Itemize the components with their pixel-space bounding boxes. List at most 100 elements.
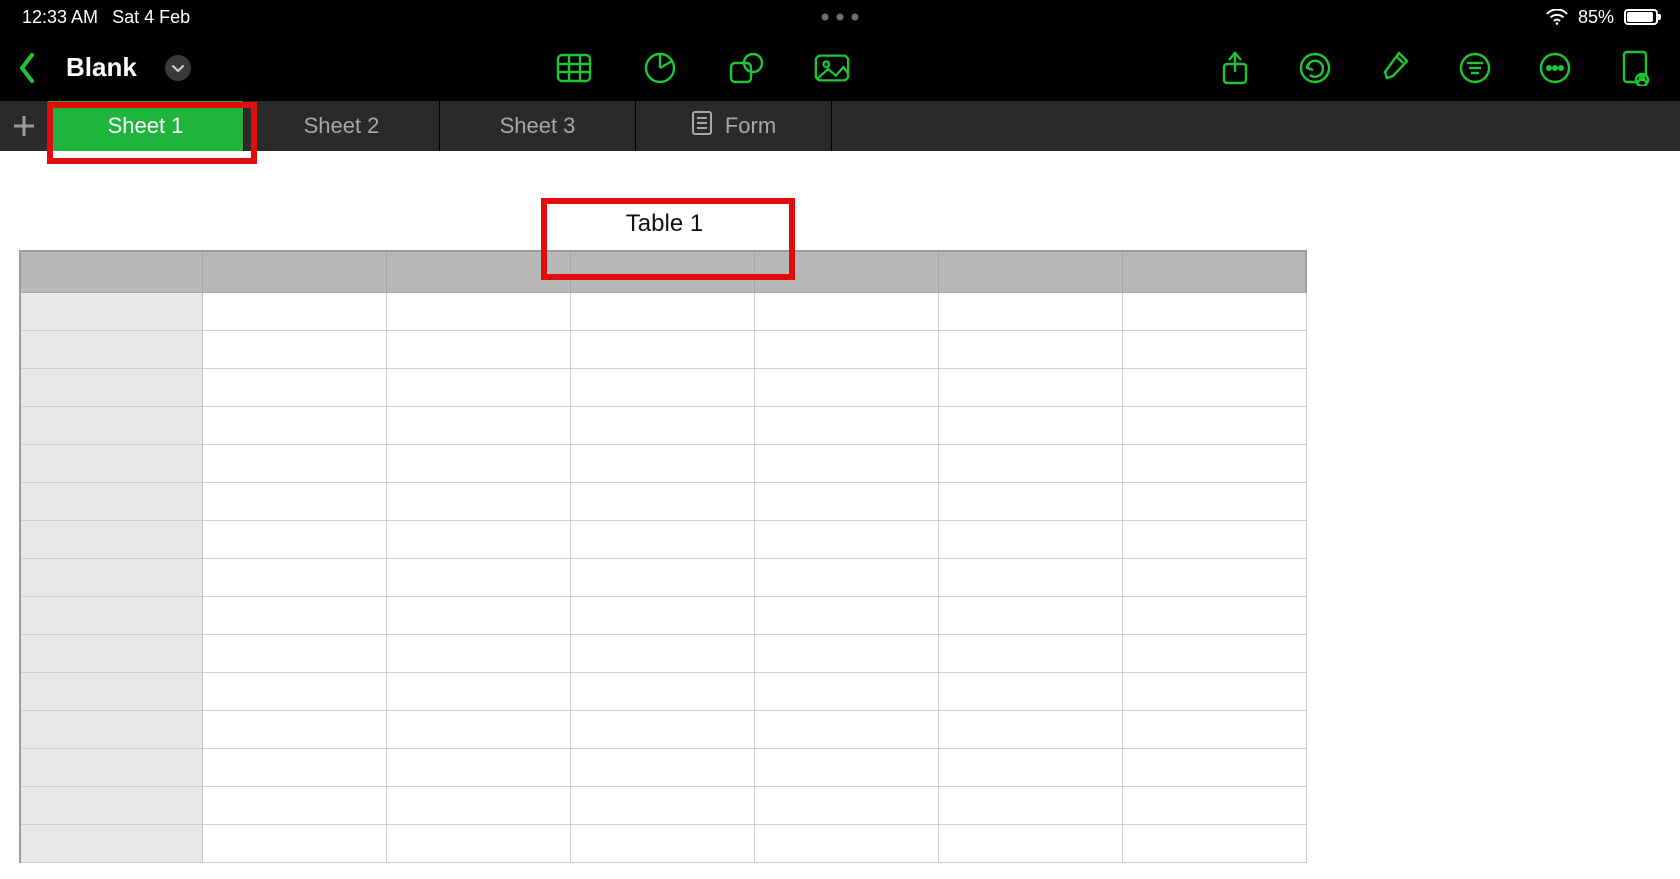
cell[interactable] bbox=[938, 444, 1122, 482]
cell[interactable] bbox=[1122, 368, 1306, 406]
cell[interactable] bbox=[1122, 558, 1306, 596]
cell[interactable] bbox=[938, 482, 1122, 520]
cell[interactable] bbox=[754, 786, 938, 824]
insert-shape-button[interactable] bbox=[727, 49, 765, 87]
cell[interactable] bbox=[202, 710, 386, 748]
tab-sheet-2[interactable]: Sheet 2 bbox=[244, 101, 440, 151]
back-button[interactable] bbox=[12, 38, 42, 98]
cell[interactable] bbox=[754, 330, 938, 368]
cell[interactable] bbox=[1122, 482, 1306, 520]
cell[interactable] bbox=[570, 520, 754, 558]
cell[interactable] bbox=[386, 482, 570, 520]
cell[interactable] bbox=[938, 292, 1122, 330]
column-header[interactable] bbox=[20, 251, 202, 292]
cell[interactable] bbox=[386, 634, 570, 672]
row-header[interactable] bbox=[20, 482, 202, 520]
cell[interactable] bbox=[938, 748, 1122, 786]
cell[interactable] bbox=[202, 634, 386, 672]
row-header[interactable] bbox=[20, 330, 202, 368]
cell[interactable] bbox=[386, 444, 570, 482]
multitasking-dots[interactable] bbox=[822, 14, 859, 21]
row-header[interactable] bbox=[20, 824, 202, 862]
table[interactable] bbox=[19, 250, 1307, 863]
cell[interactable] bbox=[570, 672, 754, 710]
share-button[interactable] bbox=[1216, 49, 1254, 87]
cell[interactable] bbox=[754, 482, 938, 520]
column-header[interactable] bbox=[570, 251, 754, 292]
cell[interactable] bbox=[570, 482, 754, 520]
cell[interactable] bbox=[1122, 710, 1306, 748]
cell[interactable] bbox=[1122, 748, 1306, 786]
column-header[interactable] bbox=[202, 251, 386, 292]
cell[interactable] bbox=[570, 444, 754, 482]
cell[interactable] bbox=[386, 786, 570, 824]
cell[interactable] bbox=[1122, 824, 1306, 862]
cell[interactable] bbox=[570, 596, 754, 634]
cell[interactable] bbox=[202, 786, 386, 824]
cell[interactable] bbox=[386, 406, 570, 444]
cell[interactable] bbox=[754, 824, 938, 862]
cell[interactable] bbox=[1122, 406, 1306, 444]
cell[interactable] bbox=[570, 786, 754, 824]
cell[interactable] bbox=[386, 292, 570, 330]
cell[interactable] bbox=[202, 482, 386, 520]
cell[interactable] bbox=[938, 558, 1122, 596]
cell[interactable] bbox=[1122, 786, 1306, 824]
row-header[interactable] bbox=[20, 406, 202, 444]
row-header[interactable] bbox=[20, 672, 202, 710]
cell[interactable] bbox=[570, 634, 754, 672]
cell[interactable] bbox=[754, 292, 938, 330]
table-title[interactable]: Table 1 bbox=[19, 210, 1310, 250]
cell[interactable] bbox=[570, 558, 754, 596]
cell[interactable] bbox=[386, 330, 570, 368]
cell[interactable] bbox=[386, 520, 570, 558]
cell[interactable] bbox=[754, 368, 938, 406]
cell[interactable] bbox=[1122, 634, 1306, 672]
cell[interactable] bbox=[570, 824, 754, 862]
cell[interactable] bbox=[202, 748, 386, 786]
cell[interactable] bbox=[1122, 520, 1306, 558]
undo-button[interactable] bbox=[1296, 49, 1334, 87]
column-header[interactable] bbox=[386, 251, 570, 292]
cell[interactable] bbox=[202, 292, 386, 330]
more-button[interactable] bbox=[1536, 49, 1574, 87]
cell[interactable] bbox=[938, 710, 1122, 748]
cell[interactable] bbox=[754, 672, 938, 710]
column-header[interactable] bbox=[938, 251, 1122, 292]
column-header[interactable] bbox=[754, 251, 938, 292]
cell[interactable] bbox=[386, 672, 570, 710]
format-paintbrush-button[interactable] bbox=[1376, 49, 1414, 87]
row-header[interactable] bbox=[20, 444, 202, 482]
cell[interactable] bbox=[386, 368, 570, 406]
row-header[interactable] bbox=[20, 634, 202, 672]
insert-chart-button[interactable] bbox=[641, 49, 679, 87]
cell[interactable] bbox=[938, 330, 1122, 368]
cell[interactable] bbox=[1122, 330, 1306, 368]
cell[interactable] bbox=[202, 672, 386, 710]
collaborate-button[interactable] bbox=[1616, 49, 1654, 87]
cell[interactable] bbox=[202, 520, 386, 558]
cell[interactable] bbox=[938, 786, 1122, 824]
cell[interactable] bbox=[386, 748, 570, 786]
row-header[interactable] bbox=[20, 368, 202, 406]
cell[interactable] bbox=[938, 824, 1122, 862]
cell[interactable] bbox=[386, 596, 570, 634]
cell[interactable] bbox=[1122, 672, 1306, 710]
document-title[interactable]: Blank bbox=[66, 52, 137, 83]
cell[interactable] bbox=[754, 558, 938, 596]
cell[interactable] bbox=[938, 520, 1122, 558]
organize-button[interactable] bbox=[1456, 49, 1494, 87]
cell[interactable] bbox=[386, 824, 570, 862]
cell[interactable] bbox=[202, 558, 386, 596]
cell[interactable] bbox=[938, 672, 1122, 710]
tab-form[interactable]: Form bbox=[636, 101, 832, 151]
row-header[interactable] bbox=[20, 520, 202, 558]
tab-sheet-3[interactable]: Sheet 3 bbox=[440, 101, 636, 151]
insert-table-button[interactable] bbox=[555, 49, 593, 87]
cell[interactable] bbox=[570, 368, 754, 406]
cell[interactable] bbox=[938, 406, 1122, 444]
cell[interactable] bbox=[754, 520, 938, 558]
cell[interactable] bbox=[938, 596, 1122, 634]
insert-media-button[interactable] bbox=[813, 49, 851, 87]
cell[interactable] bbox=[386, 558, 570, 596]
